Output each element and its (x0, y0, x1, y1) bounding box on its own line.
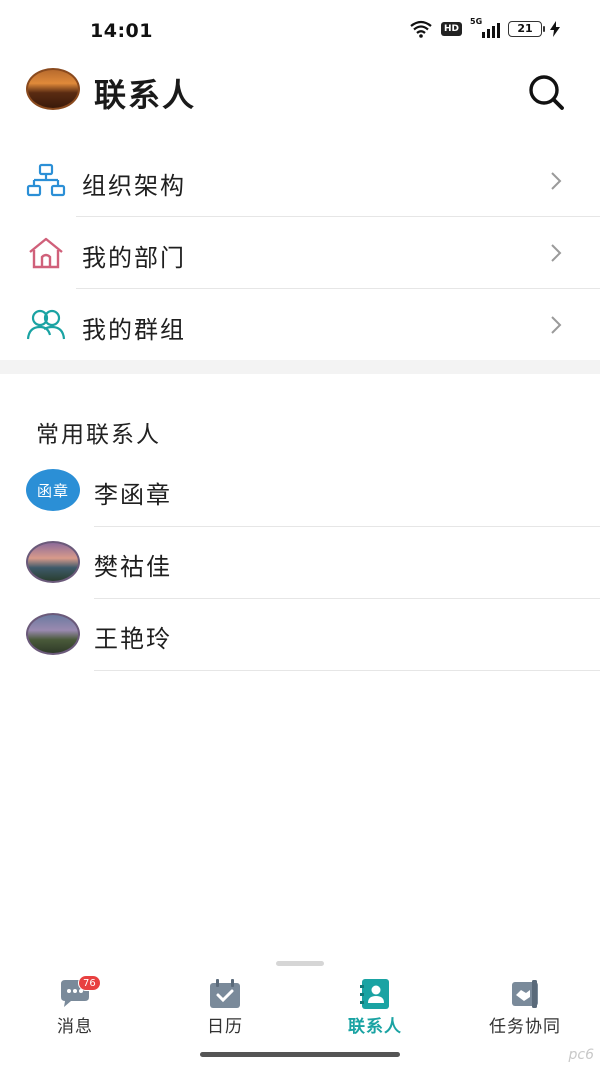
tab-contacts[interactable]: 联系人 (300, 972, 450, 1042)
list-item[interactable]: 函章 李函章 (0, 455, 600, 527)
avatar: 函章 (26, 469, 80, 511)
watermark: pc6 (568, 1047, 595, 1063)
contact-name: 王艳玲 (94, 625, 172, 653)
contacts-book-icon (360, 979, 389, 1009)
network-type: 5G (470, 17, 483, 26)
hd-badge: HD (440, 22, 462, 36)
charging-icon (550, 21, 560, 37)
unread-badge: 76 (78, 975, 101, 991)
home-icon (29, 237, 63, 269)
menu-item-org-chart[interactable]: 组织架构 (0, 145, 600, 217)
tab-label: 日历 (207, 1017, 243, 1037)
search-button[interactable] (524, 72, 568, 112)
status-bar: 14:01 HD 5G 21 (0, 0, 600, 58)
quick-menu: 组织架构 我的部门 我的群组 (0, 145, 600, 361)
group-icon (26, 309, 66, 340)
section-title-frequent-contacts: 常用联系人 (36, 422, 161, 448)
menu-label: 组织架构 (82, 172, 186, 200)
org-chart-icon (26, 163, 66, 197)
avatar (26, 613, 80, 655)
battery-level: 21 (517, 22, 533, 35)
avatar (26, 541, 80, 583)
gesture-bar[interactable] (200, 1052, 400, 1057)
tab-label: 任务协同 (489, 1017, 561, 1037)
status-indicators: HD 5G 21 (409, 17, 560, 38)
chevron-right-icon (551, 172, 562, 190)
page-title: 联系人 (94, 76, 197, 114)
sheet-handle (276, 961, 324, 966)
menu-label: 我的部门 (82, 244, 186, 272)
handshake-icon (512, 980, 538, 1008)
tab-calendar[interactable]: 日历 (150, 972, 300, 1042)
menu-item-my-department[interactable]: 我的部门 (0, 217, 600, 289)
wifi-icon (410, 20, 432, 38)
chevron-right-icon (551, 244, 562, 262)
contact-name: 李函章 (94, 481, 172, 509)
contact-name: 樊祜佳 (94, 553, 172, 581)
bottom-tab-bar: 76 消息 日历 联系人 任务协同 (0, 972, 600, 1042)
menu-label: 我的群组 (82, 316, 186, 344)
status-time: 14:01 (90, 20, 153, 42)
signal-icon: 5G (470, 17, 500, 38)
chevron-right-icon (551, 316, 562, 334)
menu-item-my-groups[interactable]: 我的群组 (0, 289, 600, 361)
list-item[interactable]: 王艳玲 (0, 599, 600, 671)
divider (94, 670, 600, 671)
list-item[interactable]: 樊祜佳 (0, 527, 600, 599)
header: 联系人 (0, 58, 600, 138)
battery-icon: 21 (508, 21, 545, 37)
tab-label: 消息 (57, 1017, 93, 1037)
search-icon (529, 75, 564, 110)
tab-label: 联系人 (348, 1017, 402, 1037)
avatar[interactable] (26, 68, 80, 110)
frequent-contacts-list: 函章 李函章 樊祜佳 王艳玲 (0, 455, 600, 671)
calendar-icon (210, 979, 240, 1008)
tab-messages[interactable]: 76 消息 (0, 972, 150, 1042)
section-divider (0, 360, 600, 374)
tab-task-collaboration[interactable]: 任务协同 (450, 972, 600, 1042)
